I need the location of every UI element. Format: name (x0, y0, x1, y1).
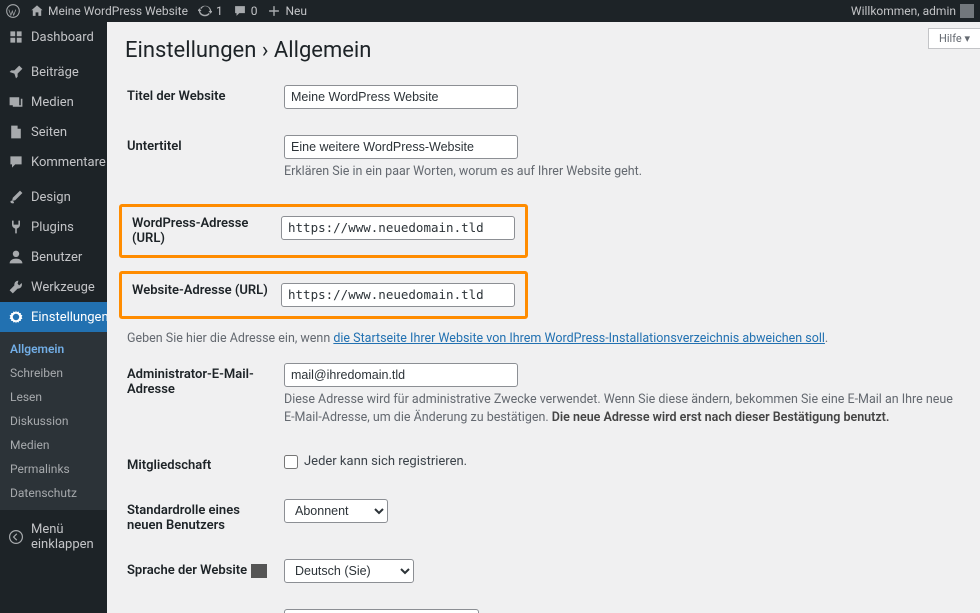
label-site-url: Website-Adresse (URL) (132, 283, 279, 307)
desc-site-url: Geben Sie hier die Adresse ein, wenn die… (127, 330, 960, 349)
menu-seiten[interactable]: Seiten (0, 117, 107, 147)
admin-menu: DashboardBeiträgeMedienSeitenKommentareD… (0, 22, 107, 613)
site-name[interactable]: Meine WordPress Website (30, 4, 188, 18)
content: Hilfe ▾ Einstellungen › Allgemein Titel … (107, 22, 980, 613)
submenu-permalinks[interactable]: Permalinks (0, 457, 107, 481)
link-siteurl-help[interactable]: die Startseite Ihrer Website von Ihrem W… (333, 331, 825, 346)
menu-benutzer[interactable]: Benutzer (0, 242, 107, 272)
input-tagline[interactable] (284, 135, 518, 159)
menu-design[interactable]: Design (0, 182, 107, 212)
new-content[interactable]: Neu (267, 4, 307, 18)
account[interactable]: Willkommen, admin (851, 4, 974, 18)
menu-kommentare[interactable]: Kommentare (0, 147, 107, 177)
label-site-title: Titel der Website (127, 75, 282, 123)
translate-icon (251, 564, 267, 578)
wp-logo[interactable] (6, 4, 20, 18)
menu-einstellungen[interactable]: Einstellungen (0, 302, 107, 332)
input-site-title[interactable] (284, 85, 518, 109)
menu-dashboard[interactable]: Dashboard (0, 22, 107, 52)
label-timezone: Zeitzone (127, 599, 282, 613)
desc-tagline: Erklären Sie in ein paar Worten, worum e… (284, 163, 960, 182)
label-tagline: Untertitel (127, 125, 282, 196)
menu-plugins[interactable]: Plugins (0, 212, 107, 242)
submenu-schreiben[interactable]: Schreiben (0, 361, 107, 385)
admin-bar: Meine WordPress Website 1 0 Neu Willkomm… (0, 0, 980, 22)
membership-checkbox-row[interactable]: Jeder kann sich registrieren. (284, 454, 960, 469)
input-site-url[interactable] (281, 283, 515, 307)
input-wp-url[interactable] (281, 216, 515, 240)
submenu-medien[interactable]: Medien (0, 433, 107, 457)
label-membership: Mitgliedschaft (127, 444, 282, 487)
avatar-icon (960, 4, 974, 18)
submenu-datenschutz[interactable]: Datenschutz (0, 481, 107, 505)
submenu-lesen[interactable]: Lesen (0, 385, 107, 409)
label-admin-email: Administrator-E-Mail-Adresse (127, 353, 282, 443)
collapse-menu[interactable]: Menü einklappen (0, 515, 107, 559)
menu-medien[interactable]: Medien (0, 87, 107, 117)
submenu-diskussion[interactable]: Diskussion (0, 409, 107, 433)
submenu: AllgemeinSchreibenLesenDiskussionMedienP… (0, 332, 107, 510)
submenu-allgemein[interactable]: Allgemein (0, 337, 107, 361)
desc-admin-email: Diese Adresse wird für administrative Zw… (284, 391, 960, 429)
menu-beiträge[interactable]: Beiträge (0, 57, 107, 87)
page-title: Einstellungen › Allgemein (125, 22, 962, 73)
select-role[interactable]: Abonnent (284, 499, 388, 523)
checkbox-membership[interactable] (284, 455, 298, 469)
menu-werkzeuge[interactable]: Werkzeuge (0, 272, 107, 302)
select-timezone[interactable]: Berlin (284, 609, 479, 613)
label-wp-url: WordPress-Adresse (URL) (132, 216, 279, 246)
updates[interactable]: 1 (198, 4, 223, 18)
label-lang: Sprache der Website (127, 549, 282, 597)
help-tab[interactable]: Hilfe ▾ (928, 28, 980, 49)
select-lang[interactable]: Deutsch (Sie) (284, 559, 414, 583)
label-role: Standardrolle eines neuen Benutzers (127, 489, 282, 547)
comments-count[interactable]: 0 (233, 4, 258, 18)
input-admin-email[interactable] (284, 363, 518, 387)
